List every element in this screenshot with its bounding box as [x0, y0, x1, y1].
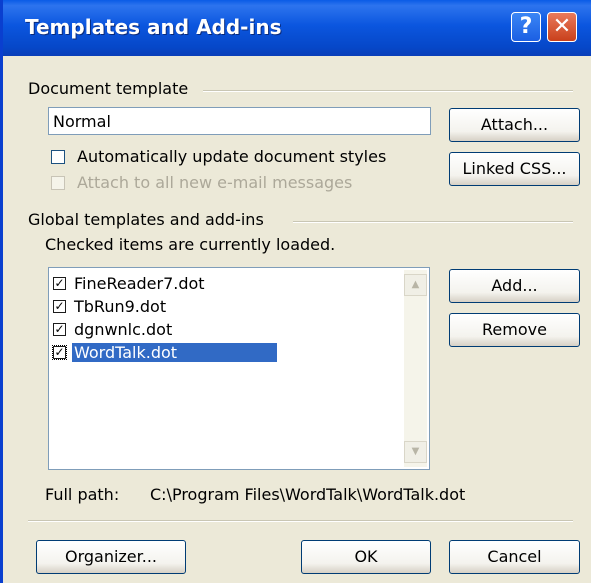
global-templates-list[interactable]: ✓ FineReader7.dot ✓ TbRun9.dot ✓ dgnwnlc…: [48, 267, 430, 470]
help-icon[interactable]: ?: [511, 12, 541, 42]
item-checkbox[interactable]: ✓: [52, 344, 67, 360]
list-item-label: WordTalk.dot: [72, 342, 278, 362]
linked-css-button-label: Linked CSS...: [462, 159, 567, 178]
document-template-separator: [203, 90, 573, 92]
add-button[interactable]: Add...: [449, 269, 580, 303]
item-checkbox[interactable]: ✓: [53, 276, 66, 290]
attach-button-label: Attach...: [480, 115, 549, 134]
title-bar[interactable]: Templates and Add-ins ? ✕: [3, 0, 591, 56]
templates-addins-dialog: Templates and Add-ins ? ✕ Document templ…: [0, 0, 591, 583]
remove-button[interactable]: Remove: [449, 313, 580, 347]
global-templates-group-label: Global templates and add-ins: [28, 210, 272, 229]
list-item-label: dgnwnlc.dot: [74, 319, 173, 339]
list-scrollbar[interactable]: ▲ ▼: [404, 270, 427, 467]
list-item-label: TbRun9.dot: [74, 296, 167, 316]
list-item[interactable]: ✓ FineReader7.dot: [53, 272, 207, 294]
full-path-label: Full path:: [45, 485, 120, 504]
global-templates-separator: [293, 221, 573, 223]
scroll-down-icon[interactable]: ▼: [404, 441, 427, 463]
item-checkbox[interactable]: ✓: [53, 299, 66, 313]
auto-update-styles-label: Automatically update document styles: [77, 147, 387, 166]
footer-separator: [28, 520, 573, 522]
close-icon[interactable]: ✕: [547, 12, 577, 42]
organizer-button-label: Organizer...: [64, 547, 158, 566]
attach-email-checkbox: [51, 175, 65, 190]
full-path-value: C:\Program Files\WordTalk\WordTalk.dot: [150, 485, 466, 504]
organizer-button[interactable]: Organizer...: [36, 540, 186, 574]
list-item-selected[interactable]: ✓ WordTalk.dot: [52, 341, 278, 363]
attach-email-row: Attach to all new e-mail messages: [51, 173, 352, 192]
list-item-label: FineReader7.dot: [74, 273, 205, 293]
document-template-value: Normal: [53, 112, 111, 131]
scroll-up-icon[interactable]: ▲: [404, 274, 427, 296]
global-templates-hint: Checked items are currently loaded.: [45, 235, 336, 254]
cancel-button[interactable]: Cancel: [449, 540, 580, 574]
list-item[interactable]: ✓ TbRun9.dot: [53, 295, 168, 317]
document-template-field[interactable]: Normal: [48, 107, 431, 135]
add-button-label: Add...: [491, 276, 538, 295]
cancel-button-label: Cancel: [487, 547, 542, 566]
dialog-title: Templates and Add-ins: [25, 15, 282, 39]
linked-css-button[interactable]: Linked CSS...: [449, 152, 580, 186]
attach-button[interactable]: Attach...: [449, 108, 580, 142]
document-template-group-label: Document template: [28, 79, 197, 98]
ok-button-label: OK: [354, 547, 378, 566]
auto-update-styles-row[interactable]: Automatically update document styles: [51, 147, 386, 166]
auto-update-styles-checkbox[interactable]: [51, 149, 65, 164]
ok-button[interactable]: OK: [301, 540, 431, 574]
attach-email-label: Attach to all new e-mail messages: [77, 173, 353, 192]
list-item[interactable]: ✓ dgnwnlc.dot: [53, 318, 174, 340]
item-checkbox[interactable]: ✓: [53, 322, 66, 336]
remove-button-label: Remove: [482, 320, 547, 339]
